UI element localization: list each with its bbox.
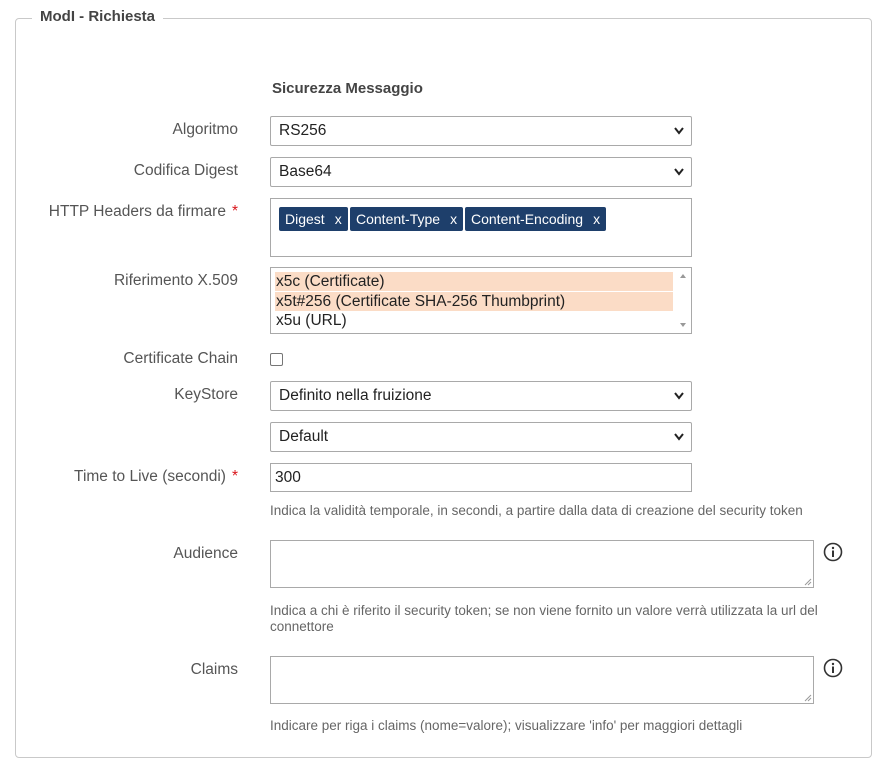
algoritmo-label: Algoritmo: [172, 121, 238, 138]
keystore-select[interactable]: Default: [270, 422, 692, 452]
certificate-chain-checkbox[interactable]: [270, 353, 283, 366]
riferimento-x509-label: Riferimento X.509: [113, 272, 238, 289]
audience-label: Audience: [173, 545, 238, 562]
http-headers-multiselect[interactable]: Digest x Content-Type x Content-Encoding x: [270, 198, 692, 257]
algoritmo-value: RS256: [279, 122, 327, 139]
listbox-scrollbar[interactable]: [675, 268, 691, 333]
keystore-label: KeyStore: [174, 386, 238, 403]
audience-textarea[interactable]: [270, 540, 814, 588]
riferimento-x509-listbox[interactable]: x5c (Certificate) x5t#256 (Certificate S…: [270, 267, 692, 334]
codifica-digest-label: Codifica Digest: [133, 162, 238, 179]
chevron-down-icon: [673, 423, 685, 463]
claims-label: Claims: [190, 661, 238, 678]
chevron-down-icon: [673, 382, 685, 422]
claims-help: Indicare per riga i claims (nome=valore)…: [270, 718, 743, 733]
time-to-live-label: Time to Live (secondi) *: [74, 468, 238, 485]
resize-grip-icon[interactable]: [804, 578, 812, 586]
time-to-live-input[interactable]: 300: [270, 463, 692, 492]
tag-content-encoding: Content-Encoding x: [465, 207, 607, 231]
resize-grip-icon[interactable]: [804, 694, 812, 702]
claims-textarea[interactable]: [270, 656, 814, 704]
tag-remove-button[interactable]: x: [593, 211, 600, 227]
tag-remove-button[interactable]: x: [335, 211, 342, 227]
required-mark: *: [231, 468, 238, 485]
tag-remove-button[interactable]: x: [450, 211, 457, 227]
option-x5t256[interactable]: x5t#256 (Certificate SHA-256 Thumbprint): [275, 292, 673, 311]
section-title: Sicurezza Messaggio: [272, 80, 423, 97]
tag-digest: Digest x: [279, 207, 348, 231]
certificate-chain-label: Certificate Chain: [123, 350, 238, 367]
info-icon[interactable]: [823, 542, 843, 562]
chevron-down-icon: [673, 117, 685, 157]
keystore-mode-value: Definito nella fruizione: [279, 387, 432, 404]
option-x5c[interactable]: x5c (Certificate): [275, 272, 673, 291]
codifica-digest-select[interactable]: Base64: [270, 157, 692, 187]
option-x5u[interactable]: x5u (URL): [275, 311, 673, 330]
tag-content-type: Content-Type x: [350, 207, 464, 231]
fieldset-legend: ModI - Richiesta: [32, 8, 164, 25]
http-headers-label: HTTP Headers da firmare *: [48, 203, 238, 220]
algoritmo-select[interactable]: RS256: [270, 116, 692, 146]
info-icon[interactable]: [823, 658, 843, 678]
time-to-live-help: Indica la validità temporale, in secondi…: [270, 503, 803, 518]
required-mark: *: [231, 203, 238, 220]
chevron-down-icon: [673, 158, 685, 198]
keystore-value: Default: [279, 428, 329, 445]
audience-help: Indica a chi è riferito il security toke…: [270, 603, 818, 634]
keystore-mode-select[interactable]: Definito nella fruizione: [270, 381, 692, 411]
codifica-digest-value: Base64: [279, 163, 332, 180]
